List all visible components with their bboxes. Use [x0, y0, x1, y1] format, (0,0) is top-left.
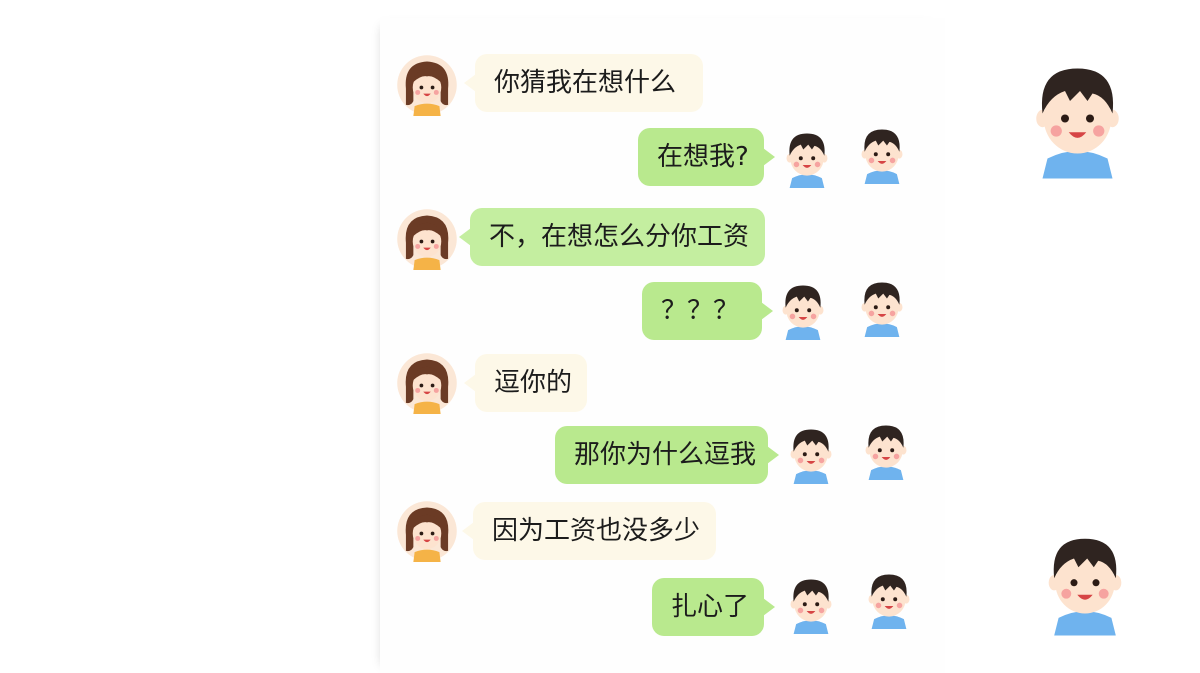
message-bubble-girl: 不，在想怎么分你工资 — [459, 208, 765, 266]
boy-avatar-icon — [855, 418, 917, 480]
message-bubble-boy: 扎心了 — [652, 578, 775, 636]
girl-avatar-icon — [396, 208, 458, 270]
boy-avatar-icon — [780, 572, 842, 634]
message-bubble-girl: 你猜我在想什么 — [464, 54, 703, 112]
boy-avatar-icon — [776, 126, 838, 188]
girl-avatar-icon — [396, 500, 458, 562]
message-bubble-girl: 逗你的 — [464, 354, 587, 412]
message-bubble-boy: 那你为什么逗我 — [555, 426, 779, 484]
boy-avatar-icon — [851, 122, 913, 184]
girl-avatar-icon — [396, 352, 458, 414]
boy-illustration-icon — [1030, 518, 1140, 643]
message-bubble-boy: ？？？ — [642, 282, 773, 340]
girl-avatar-icon — [396, 54, 458, 116]
boy-illustration-icon — [1015, 42, 1140, 190]
message-bubble-boy: 在想我? — [638, 128, 775, 186]
boy-avatar-icon — [858, 567, 920, 629]
message-bubble-girl: 因为工资也没多少 — [462, 502, 716, 560]
boy-avatar-icon — [772, 278, 834, 340]
boy-avatar-icon — [851, 275, 913, 337]
boy-avatar-icon — [780, 422, 842, 484]
